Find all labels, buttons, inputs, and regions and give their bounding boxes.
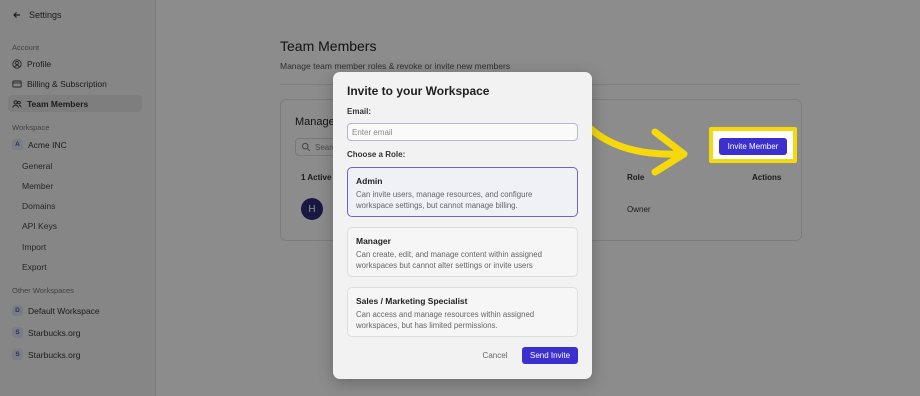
role-option-manager[interactable]: Manager Can create, edit, and manage con… <box>347 227 578 277</box>
role-description: Can access and manage resources within a… <box>356 310 535 330</box>
invite-modal: Invite to your Workspace Email: Choose a… <box>333 72 592 379</box>
role-description: Can create, edit, and manage content wit… <box>356 250 542 270</box>
email-label: Email: <box>347 107 372 116</box>
modal-title: Invite to your Workspace <box>347 84 490 98</box>
email-field[interactable] <box>347 123 578 141</box>
invite-member-button[interactable]: Invite Member <box>719 138 787 155</box>
role-name: Admin <box>356 176 383 186</box>
send-invite-button[interactable]: Send Invite <box>522 347 578 364</box>
role-name: Sales / Marketing Specialist <box>356 296 468 306</box>
role-description: Can invite users, manage resources, and … <box>356 190 533 210</box>
role-name: Manager <box>356 236 391 246</box>
role-label: Choose a Role: <box>347 150 406 159</box>
role-option-sales-marketing[interactable]: Sales / Marketing Specialist Can access … <box>347 287 578 337</box>
cancel-button[interactable]: Cancel <box>474 347 516 364</box>
role-option-admin[interactable]: Admin Can invite users, manage resources… <box>347 167 578 217</box>
invite-member-highlight: Invite Member <box>709 127 797 163</box>
